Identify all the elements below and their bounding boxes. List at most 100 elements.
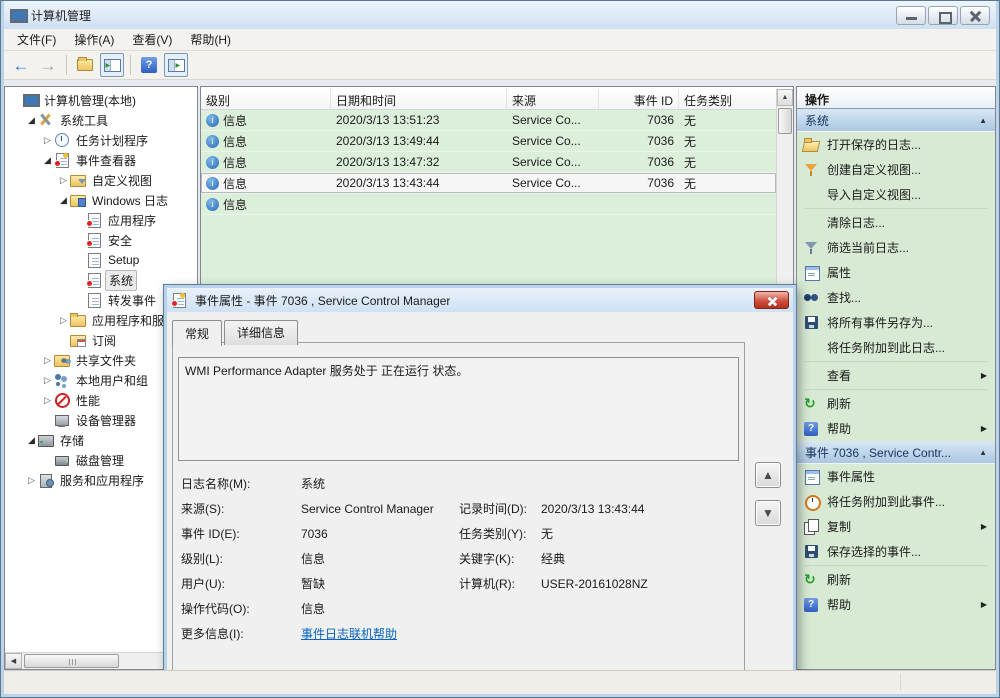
collapsed-arrow-icon[interactable]: ▷ [41,135,54,146]
menu-item-1[interactable]: 操作(A) [65,29,123,50]
tab-details[interactable]: 详细信息 [224,320,298,345]
window-titlebar[interactable]: 计算机管理 [4,1,996,29]
minimize-button[interactable] [896,6,926,25]
dialog-titlebar[interactable]: 事件属性 - 事件 7036 , Service Control Manager [167,288,793,312]
collapsed-arrow-icon[interactable]: ▷ [41,375,54,386]
column-header-2[interactable]: 来源 [507,89,599,109]
show-action-pane-icon [168,59,185,72]
action-item-0-4[interactable]: 清除日志... [797,210,995,235]
chevron-up-icon[interactable]: ▲ [979,448,987,457]
action-item-1-5[interactable]: 刷新 [797,567,995,592]
action-item-0-7[interactable]: 查找... [797,285,995,310]
collapsed-arrow-icon[interactable]: ▷ [41,395,54,406]
field-row-1: 来源(S):Service Control Manager记录时间(D):202… [181,496,740,521]
folder-table-icon [70,333,86,347]
action-item-1-1[interactable]: 将任务附加到此事件... [797,489,995,514]
action-item-1-2[interactable]: 复制▶ [797,514,995,539]
expanded-arrow-icon[interactable]: ◢ [25,435,38,446]
expanded-arrow-icon[interactable]: ◢ [57,195,70,206]
action-item-0-0[interactable]: 打开保存的日志... [797,132,995,157]
menu-item-0[interactable]: 文件(F) [8,29,65,50]
help-button[interactable]: ? [137,53,161,77]
up-arrow-button[interactable]: ▲ [755,462,781,488]
actions-separator [805,565,987,566]
toolbar-separator [66,55,67,75]
event-row-1[interactable]: i信息2020/3/13 13:49:44Service Co...7036无 [201,131,776,152]
action-item-0-2[interactable]: 导入自定义视图... [797,182,995,207]
event-row-3[interactable]: i信息2020/3/13 13:43:44Service Co...7036无 [201,173,776,194]
menu-item-3[interactable]: 帮助(H) [181,29,240,50]
tab-general[interactable]: 常规 [172,320,222,346]
field-row-3: 级别(L):信息关键字(K):经典 [181,546,740,571]
log-icon [86,293,102,307]
action-group-header-0[interactable]: 系统▲ [797,109,995,132]
show-console-tree-button[interactable] [100,53,124,77]
show-action-pane-button[interactable] [164,53,188,77]
action-item-0-5[interactable]: 筛选当前日志... [797,235,995,260]
field-row-4: 用户(U):暂缺计算机(R):USER-20161028NZ [181,571,740,596]
action-item-0-1[interactable]: 创建自定义视图... [797,157,995,182]
tree-item-5[interactable]: ◢Windows 日志 [5,190,197,210]
action-item-0-14[interactable]: 帮助▶ [797,416,995,441]
down-arrow-button[interactable]: ▼ [755,500,781,526]
column-header-4[interactable]: 任务类别 [679,89,778,109]
icon-spacer [803,340,821,356]
log-icon [86,253,102,267]
tree-item-1[interactable]: ◢系统工具 [5,110,197,130]
tree-item-7[interactable]: 安全 [5,230,197,250]
event-description-box[interactable]: WMI Performance Adapter 服务处于 正在运行 状态。 [178,357,739,461]
event-row-4[interactable]: i信息 [201,194,776,215]
expanded-arrow-icon[interactable]: ◢ [41,155,54,166]
column-header-1[interactable]: 日期和时间 [331,89,507,109]
close-button[interactable] [960,6,990,25]
online-help-link[interactable]: 事件日志联机帮助 [301,625,459,642]
action-item-1-6[interactable]: 帮助▶ [797,592,995,617]
tree-item-label: 任务计划程序 [73,131,151,150]
menu-item-2[interactable]: 查看(V) [123,29,181,50]
dialog-close-button[interactable] [754,291,789,309]
action-group-header-1[interactable]: 事件 7036 , Service Contr...▲ [797,441,995,464]
event-row-2[interactable]: i信息2020/3/13 13:47:32Service Co...7036无 [201,152,776,173]
scrollbar-thumb[interactable] [778,108,792,134]
event-list-header: 级别日期和时间来源事件 ID任务类别 [201,89,776,110]
cell-2: Service Co... [507,173,599,193]
tree-item-label: 共享文件夹 [73,351,139,370]
action-item-1-3[interactable]: 保存选择的事件... [797,539,995,564]
collapsed-arrow-icon[interactable]: ▷ [41,355,54,366]
scrollbar-thumb[interactable] [24,654,119,668]
field-value: 7036 [301,527,459,541]
cell-2: Service Co... [507,152,599,172]
tree-item-4[interactable]: ▷自定义视图 [5,170,197,190]
tree-item-label: 事件查看器 [73,151,139,170]
back-button[interactable]: ← [9,53,33,77]
save-icon [803,544,821,560]
column-header-0[interactable]: 级别 [201,89,331,109]
action-item-0-6[interactable]: 属性 [797,260,995,285]
export-folder-button[interactable] [73,53,97,77]
scroll-left-icon[interactable]: ◀ [5,653,22,669]
tree-item-3[interactable]: ◢ 事件查看器 [5,150,197,170]
tree-item-8[interactable]: Setup [5,250,197,270]
field-label: 来源(S): [181,500,301,517]
expanded-arrow-icon[interactable]: ◢ [25,115,38,126]
action-item-0-9[interactable]: 将任务附加到此日志... [797,335,995,360]
tree-item-0[interactable]: 计算机管理(本地) [5,90,197,110]
scroll-up-icon[interactable]: ▲ [777,89,793,106]
action-item-1-0[interactable]: 事件属性 [797,464,995,489]
action-item-0-8[interactable]: 将所有事件另存为... [797,310,995,335]
column-header-3[interactable]: 事件 ID [599,89,679,109]
folder-share-icon [54,353,70,367]
forward-button[interactable]: → [36,53,60,77]
action-item-0-13[interactable]: 刷新 [797,391,995,416]
field-label: 记录时间(D): [459,500,541,517]
tree-item-2[interactable]: ▷ 任务计划程序 [5,130,197,150]
restore-button[interactable] [928,6,958,25]
action-item-0-11[interactable]: 查看▶ [797,363,995,388]
collapsed-arrow-icon[interactable]: ▷ [25,475,38,486]
collapsed-arrow-icon[interactable]: ▷ [57,175,70,186]
collapsed-arrow-icon[interactable]: ▷ [57,315,70,326]
actions-separator [805,389,987,390]
chevron-up-icon[interactable]: ▲ [979,116,987,125]
event-row-0[interactable]: i信息2020/3/13 13:51:23Service Co...7036无 [201,110,776,131]
tree-item-6[interactable]: 应用程序 [5,210,197,230]
